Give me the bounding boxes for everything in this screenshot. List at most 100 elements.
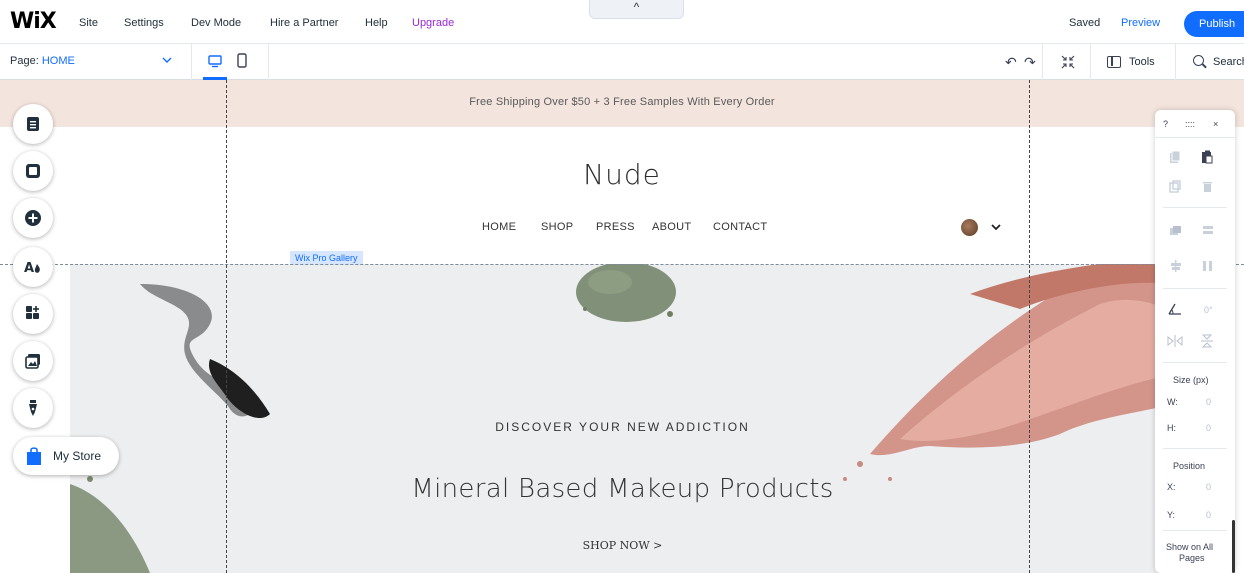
wix-logo[interactable]: WiX [10, 9, 57, 34]
menu-settings[interactable]: Settings [124, 17, 164, 29]
site-nav-shop[interactable]: SHOP [541, 221, 573, 233]
duplicate-icon[interactable] [1169, 180, 1181, 194]
hero-headline[interactable]: Mineral Based Makeup Products [70, 474, 1175, 504]
y-label: Y: [1167, 510, 1176, 520]
pink-powder-swatch [843, 264, 1175, 481]
bring-forward-icon[interactable] [1169, 225, 1183, 237]
show-on-all-pages-button[interactable]: Show on All [1166, 542, 1213, 552]
editor-canvas[interactable]: Free Shipping Over $50 + 3 Free Samples … [0, 80, 1244, 573]
media-button[interactable] [13, 341, 53, 381]
theme-design-button[interactable]: A [13, 247, 53, 287]
background-button[interactable] [13, 151, 53, 191]
tools-icon[interactable] [1107, 56, 1121, 68]
shop-now-button[interactable]: SHOP NOW > [70, 539, 1175, 552]
panel-divider [1163, 448, 1227, 449]
toolbar-divider [1090, 44, 1091, 80]
help-icon[interactable]: ? [1163, 119, 1168, 129]
trash-icon[interactable] [1202, 180, 1213, 193]
menu-help[interactable]: Help [365, 17, 388, 29]
toolbar-divider [1175, 44, 1176, 80]
height-label: H: [1167, 423, 1176, 433]
current-page-name: HOME [41, 55, 75, 67]
show-on-all-pages-label: Pages [1179, 553, 1205, 563]
panel-divider [1163, 362, 1227, 363]
search-button[interactable]: Search [1213, 56, 1244, 68]
undo-icon[interactable]: ↶ [1005, 54, 1017, 71]
green-powder-swatch [576, 264, 676, 322]
toolbar-divider [1042, 44, 1043, 80]
panel-divider [1163, 207, 1227, 208]
position-section-title: Position [1173, 461, 1206, 471]
x-label: X: [1167, 482, 1176, 492]
flip-vertical-icon[interactable] [1201, 334, 1213, 348]
site-nav-about[interactable]: ABOUT [652, 221, 691, 233]
my-store-button[interactable]: My Store [13, 437, 119, 475]
canvas-scrollbar[interactable] [1232, 520, 1235, 573]
grid-guide-right [1029, 80, 1030, 573]
section-divider-guide [0, 264, 1244, 265]
redo-icon[interactable]: ↷ [1024, 54, 1036, 71]
distribute-icon[interactable] [1201, 260, 1215, 272]
preview-button[interactable]: Preview [1121, 17, 1160, 29]
chevron-down-icon [162, 57, 172, 63]
blog-pen-icon [29, 400, 37, 416]
height-value[interactable]: 0 [1206, 423, 1211, 433]
promo-strip[interactable]: Free Shipping Over $50 + 3 Free Samples … [0, 80, 1244, 127]
background-icon [26, 164, 40, 178]
menu-upgrade[interactable]: Upgrade [412, 17, 454, 29]
width-value[interactable]: 0 [1206, 397, 1211, 407]
toolbar-divider [268, 44, 269, 80]
editor-top-bar: WiX Site Settings Dev Mode Hire a Partne… [0, 0, 1244, 44]
site-nav-press[interactable]: PRESS [596, 221, 635, 233]
hero-kicker[interactable]: DISCOVER YOUR NEW ADDICTION [70, 420, 1175, 434]
rotation-value[interactable]: 0° [1204, 305, 1213, 315]
panel-header: ? :::: × [1155, 110, 1235, 138]
desktop-icon[interactable] [206, 52, 224, 70]
y-value[interactable]: 0 [1206, 510, 1211, 520]
layout-tools-panel[interactable]: ? :::: × 0° Size (px) W: 0 H: 0 Position… [1155, 110, 1235, 573]
menu-dev-mode[interactable]: Dev Mode [191, 17, 241, 29]
hero-gallery[interactable]: DISCOVER YOUR NEW ADDICTION Mineral Base… [70, 264, 1175, 573]
blog-button[interactable] [13, 388, 53, 428]
gallery-component-tag[interactable]: Wix Pro Gallery [290, 251, 363, 265]
site-title[interactable]: Nude [0, 158, 1244, 191]
menus-pages-button[interactable] [13, 104, 53, 144]
publish-button[interactable]: Publish [1184, 11, 1244, 37]
paste-icon[interactable] [1201, 150, 1213, 164]
shopping-bag-icon [27, 447, 41, 465]
add-button[interactable] [13, 198, 53, 238]
copy-icon[interactable] [1169, 150, 1181, 164]
theme-design-icon: A [24, 261, 40, 276]
flip-horizontal-icon[interactable] [1167, 335, 1183, 347]
svg-text:A: A [24, 261, 34, 276]
page-selector[interactable]: Page: HOME [0, 44, 192, 80]
app-market-button[interactable] [13, 294, 53, 334]
menu-site[interactable]: Site [79, 17, 98, 29]
page-selector-label: Page: HOME [10, 55, 75, 67]
search-icon[interactable] [1193, 55, 1204, 66]
panel-divider [1163, 530, 1227, 531]
app-market-icon [26, 306, 39, 319]
align-icon[interactable] [1169, 260, 1183, 272]
site-nav-contact[interactable]: CONTACT [713, 221, 767, 233]
collapse-toolbar-tab[interactable]: ^ [589, 0, 684, 19]
close-icon[interactable]: × [1213, 119, 1218, 129]
chevron-down-icon[interactable] [990, 221, 1002, 233]
x-value[interactable]: 0 [1206, 482, 1211, 492]
mobile-icon[interactable] [233, 52, 251, 70]
drag-handle-icon[interactable]: :::: [1185, 119, 1195, 129]
rotate-icon[interactable] [1168, 303, 1182, 315]
mascara-swatch [140, 284, 270, 419]
my-store-label: My Store [53, 449, 102, 463]
promo-text[interactable]: Free Shipping Over $50 + 3 Free Samples … [0, 96, 1244, 108]
size-section-title: Size (px) [1173, 375, 1209, 385]
width-label: W: [1167, 397, 1178, 407]
menu-hire-a-partner[interactable]: Hire a Partner [270, 17, 338, 29]
site-nav-home[interactable]: HOME [482, 221, 516, 233]
avatar[interactable] [961, 219, 978, 236]
zoom-out-icon[interactable] [1060, 54, 1076, 70]
send-backward-icon[interactable] [1201, 225, 1215, 237]
tools-button[interactable]: Tools [1129, 56, 1155, 68]
editor-toolbar: Page: HOME ↶ ↷ Tools Search [0, 44, 1244, 80]
page-prefix: Page: [10, 55, 39, 67]
